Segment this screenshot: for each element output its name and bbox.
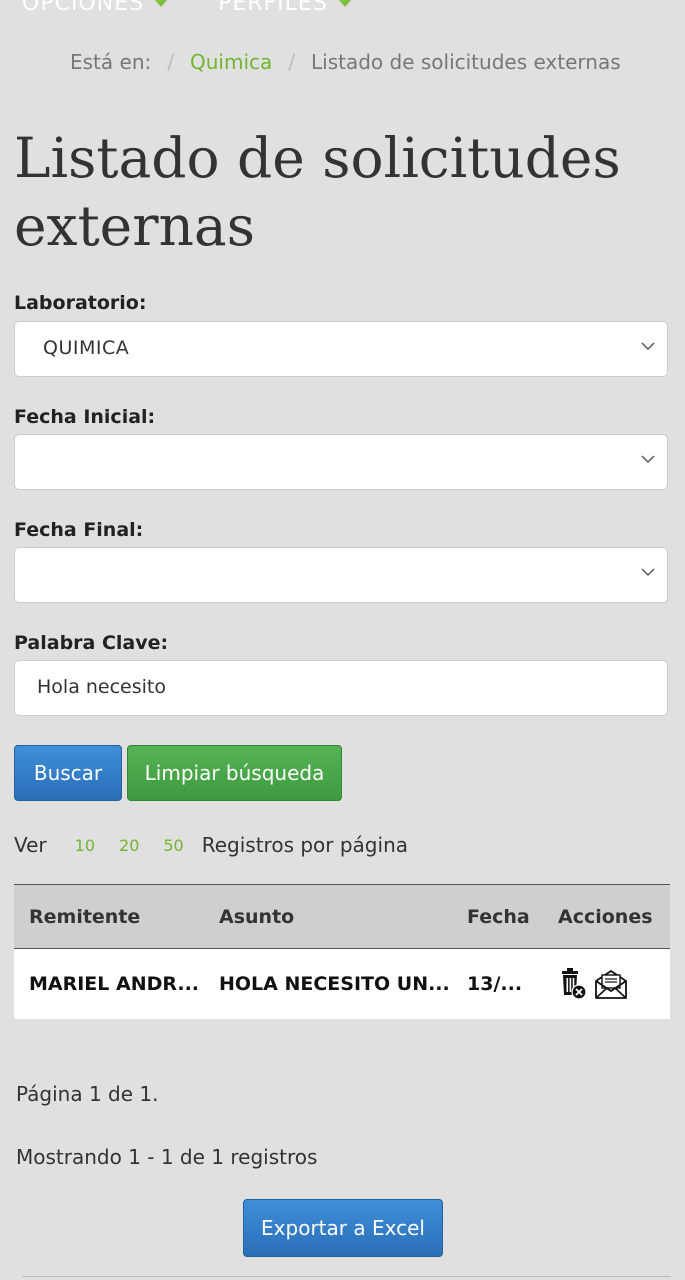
nav-options[interactable]: OPCIONES [22,0,169,18]
nav-options-label: OPCIONES [22,0,145,16]
top-nav: OPCIONES PERFILES [22,0,685,18]
caret-down-icon [154,0,169,7]
nav-profiles-label: PERFILES [218,0,328,16]
breadcrumb-link-parent[interactable]: Quimica [190,50,272,74]
results-table: Remitente Asunto Fecha Acciones MARIEL A… [14,884,670,1019]
chevron-down-icon [641,568,655,577]
chevron-down-icon [641,342,655,351]
column-header-actions: Acciones [543,884,670,949]
per-page-option-10[interactable]: 10 [75,836,95,855]
page-title: Listado de solicitudes externas [14,126,621,258]
page-indicator: Página 1 de 1. [16,1082,159,1106]
keyword-input[interactable]: Hola necesito [14,660,668,716]
keyword-input-value: Hola necesito [37,676,166,698]
clear-search-button[interactable]: Limpiar búsqueda [127,745,342,801]
lab-select[interactable]: QUIMICA [14,321,668,377]
end-date-label: Fecha Final: [14,519,144,541]
breadcrumb: Está en: / Quimica / Listado de solicitu… [70,50,621,74]
column-header-date[interactable]: Fecha [452,884,543,949]
keyword-label: Palabra Clave: [14,632,169,654]
cell-subject: HOLA NECESITO UN... [219,973,450,995]
cell-actions [543,949,670,1020]
records-per-page: Ver 10 20 50 Registros por página [14,833,408,857]
lab-select-value: QUIMICA [43,337,130,359]
start-date-select[interactable] [14,434,668,490]
delete-icon[interactable] [558,968,588,1000]
breadcrumb-separator: / [288,50,295,74]
row-actions [558,968,670,1000]
start-date-label: Fecha Inicial: [14,406,156,428]
end-date-select[interactable] [14,547,668,603]
breadcrumb-separator: / [167,50,174,74]
per-page-prefix: Ver [14,833,47,857]
breadcrumb-current: Listado de solicitudes externas [311,50,621,74]
chevron-down-icon [641,455,655,464]
column-header-subject[interactable]: Asunto [204,884,452,949]
per-page-suffix: Registros por página [201,833,408,857]
lab-label: Laboratorio: [14,292,147,314]
table-row[interactable]: MARIEL ANDR... HOLA NECESITO UN... 13/..… [14,949,670,1020]
divider [22,1276,671,1277]
nav-profiles[interactable]: PERFILES [218,0,352,18]
column-header-sender[interactable]: Remitente [14,884,204,949]
export-excel-button[interactable]: Exportar a Excel [243,1199,443,1257]
open-envelope-icon[interactable] [594,968,628,1000]
per-page-option-20[interactable]: 20 [119,836,139,855]
per-page-option-50[interactable]: 50 [163,836,183,855]
search-button[interactable]: Buscar [14,745,122,801]
caret-down-icon [337,0,352,7]
breadcrumb-prefix: Está en: [70,50,152,74]
table-header-row: Remitente Asunto Fecha Acciones [14,884,670,949]
cell-sender: MARIEL ANDR... [29,973,200,995]
records-summary: Mostrando 1 - 1 de 1 registros [16,1145,318,1169]
cell-date: 13/... [467,973,523,995]
